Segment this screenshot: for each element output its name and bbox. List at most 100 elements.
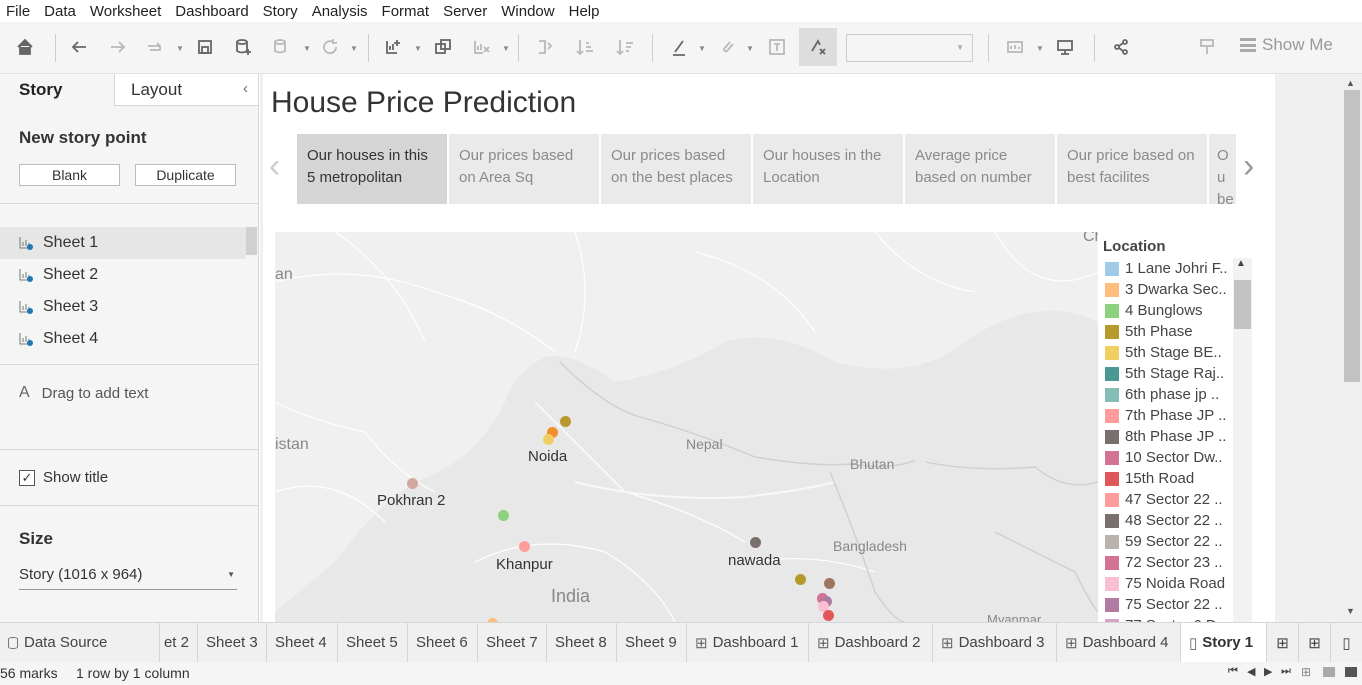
chevron-down-icon[interactable]: ▼ [1036,44,1044,53]
menu-file[interactable]: File [0,3,38,20]
legend-item[interactable]: 1 Lane Johri F.. [1105,258,1228,279]
new-dashboard-tab-icon[interactable]: ⊞ [1299,623,1331,662]
menu-server[interactable]: Server [437,3,495,20]
tab-sheet-3[interactable]: Sheet 3 [198,623,267,662]
legend-item[interactable]: 59 Sector 22 .. [1105,531,1223,552]
chevron-down-icon[interactable]: ▼ [746,44,754,53]
tab-sheet-8[interactable]: Sheet 8 [547,623,617,662]
new-story-tab-icon[interactable]: ▯ [1331,623,1362,662]
map-mark[interactable] [824,578,835,589]
new-worksheet-icon[interactable] [378,32,408,62]
sheet-list-item[interactable]: Sheet 1 [0,227,246,259]
menu-help[interactable]: Help [563,3,608,20]
tab-sheet-7[interactable]: Sheet 7 [478,623,547,662]
map-mark[interactable] [519,541,530,552]
home-icon[interactable] [10,32,40,62]
legend-scrollbar-thumb[interactable] [1234,280,1251,329]
legend-item[interactable]: 6th phase jp .. [1105,384,1219,405]
map-view[interactable]: an istan Ch Nepal Bhutan Bangladesh Indi… [275,232,1098,622]
next-story-point-icon[interactable]: › [1243,147,1254,186]
menu-worksheet[interactable]: Worksheet [84,3,169,20]
menu-analysis[interactable]: Analysis [306,3,376,20]
presentation-mode-icon[interactable] [1050,32,1080,62]
legend-item[interactable]: 8th Phase JP .. [1105,426,1226,447]
chevron-down-icon[interactable]: ▼ [350,44,358,53]
tab-sheet-5[interactable]: Sheet 5 [338,623,408,662]
tab-sheet-4[interactable]: Sheet 4 [267,623,338,662]
map-mark[interactable] [560,416,571,427]
swap-icon[interactable] [530,32,560,62]
legend-item[interactable]: 10 Sector Dw.. [1105,447,1223,468]
tab-story-1[interactable]: ▯ Story 1 [1181,623,1267,662]
sheet-list-scrollbar[interactable] [246,227,257,255]
size-dropdown[interactable]: Story (1016 x 964) ▼ [19,566,237,590]
map-mark[interactable] [823,610,834,621]
previous-sheet-icon[interactable]: ◀ [1247,665,1255,678]
chevron-down-icon[interactable]: ▼ [414,44,422,53]
tab-dashboard-4[interactable]: ⊞ Dashboard 4 [1057,623,1181,662]
last-sheet-icon[interactable]: ⏭ [1281,665,1291,678]
story-point-4[interactable]: Our houses in the Location [753,134,903,204]
show-labels-icon[interactable] [1000,32,1030,62]
redo-icon[interactable] [103,32,133,62]
legend-item[interactable]: 48 Sector 22 .. [1105,510,1223,531]
datasource-icon[interactable] [266,32,296,62]
chevron-down-icon[interactable]: ▼ [303,44,311,53]
fix-axes-icon[interactable] [799,28,837,66]
next-sheet-icon[interactable]: ▶ [1264,665,1272,678]
highlight-icon[interactable] [664,32,694,62]
chevron-down-icon[interactable]: ▼ [698,44,706,53]
sheet-sorter-icon[interactable] [1345,667,1357,677]
show-title-checkbox[interactable]: ✓ Show title [19,469,108,486]
chevron-up-icon[interactable]: ▲ [1236,258,1246,269]
text-label-icon[interactable] [762,32,792,62]
story-point-6[interactable]: Our price based on best facilites [1057,134,1207,204]
tab-data-source[interactable]: Data Source [0,623,160,662]
tab-layout[interactable]: Layout [114,74,259,106]
legend-item[interactable]: 75 Sector 22 .. [1105,594,1223,615]
legend-item[interactable]: 72 Sector 23 .. [1105,552,1223,573]
legend-item[interactable]: 5th Phase [1105,321,1193,342]
sheet-list-item[interactable]: Sheet 3 [0,291,246,323]
new-worksheet-tab-icon[interactable]: ⊞ [1267,623,1299,662]
duplicate-sheet-icon[interactable] [428,32,458,62]
map-mark[interactable] [543,434,554,445]
new-datasource-icon[interactable] [228,32,258,62]
replay-icon[interactable] [140,32,170,62]
vertical-scrollbar[interactable]: ▲ ▼ [1342,74,1362,622]
menu-dashboard[interactable]: Dashboard [169,3,256,20]
scrollbar-thumb[interactable] [1344,90,1360,382]
chevron-down-icon[interactable]: ▼ [1346,606,1355,616]
legend-item[interactable]: 15th Road [1105,468,1194,489]
sheet-list-item[interactable]: Sheet 4 [0,323,246,355]
undo-icon[interactable] [64,32,94,62]
map-mark[interactable] [498,510,509,521]
paint-icon[interactable] [1192,32,1222,62]
legend-item[interactable]: 47 Sector 22 .. [1105,489,1223,510]
share-icon[interactable] [1106,32,1136,62]
sort-ascending-icon[interactable] [570,32,600,62]
map-mark[interactable] [750,537,761,548]
legend-item[interactable]: 5th Stage Raj.. [1105,363,1224,384]
story-point-5[interactable]: Average price based on number [905,134,1055,204]
legend-item[interactable]: 7th Phase JP .. [1105,405,1226,426]
clear-sheet-icon[interactable] [466,32,496,62]
legend-item[interactable]: 3 Dwarka Sec.. [1105,279,1227,300]
refresh-icon[interactable] [315,32,345,62]
filmstrip-view-icon[interactable]: ⊞ [1301,665,1311,679]
legend-item[interactable]: 77 Sector 6 D.. [1105,615,1225,622]
tab-story[interactable]: Story [0,74,114,106]
blank-button[interactable]: Blank [19,164,120,186]
menu-format[interactable]: Format [376,3,438,20]
story-point-7[interactable]: Ou be [1209,134,1236,204]
sheet-list-item[interactable]: Sheet 2 [0,259,246,291]
menu-story[interactable]: Story [257,3,306,20]
chevron-down-icon[interactable]: ▼ [176,44,184,53]
chevron-down-icon[interactable]: ▼ [502,44,510,53]
legend-item[interactable]: 4 Bunglows [1105,300,1203,321]
map-mark[interactable] [795,574,806,585]
tab-dashboard-3[interactable]: ⊞ Dashboard 3 [933,623,1057,662]
menu-window[interactable]: Window [495,3,562,20]
tab-sheet-2[interactable]: et 2 [160,623,198,662]
drag-text-item[interactable]: A Drag to add text [19,384,148,402]
